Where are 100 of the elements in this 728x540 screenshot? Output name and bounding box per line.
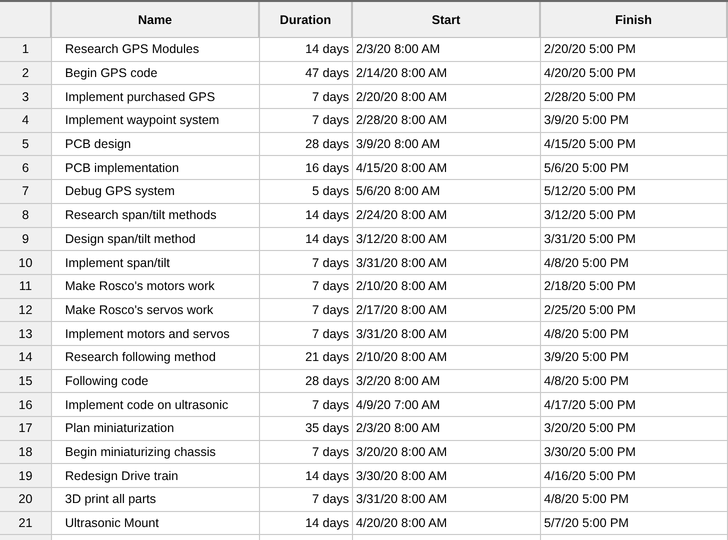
table-cell: 2/25/20 5:00 PM [541,298,728,322]
row-number: 2 [0,62,52,86]
table-cell: Implement motors and servos [52,322,260,346]
table-cell: 14 days [260,464,353,488]
table-cell: 3/31/20 8:00 AM [353,251,541,275]
table-cell: 3/20/20 5:00 PM [541,417,728,441]
column-header[interactable]: Start [353,2,541,38]
table-cell: Implement code on ultrasonic [52,393,260,417]
table-cell: 2/14/20 8:00 AM [353,62,541,86]
row-number: 1 [0,38,52,62]
table-cell: 2/20/20 5:00 PM [541,38,728,62]
table-cell: Implement span/tilt [52,251,260,275]
table-cell: Make Rosco's servos work [52,298,260,322]
table-cell: Make Rosco's motors work [52,274,260,299]
table-cell: Research GPS Modules [52,38,260,62]
table-cell: Begin GPS code [52,62,260,86]
table-cell: 4/15/20 8:00 AM [353,156,541,180]
header-corner [0,2,52,38]
table-cell: PCB implementation [52,156,260,180]
table-cell: 7 days [260,298,353,322]
table-cell: 3/31/20 8:00 AM [353,488,541,512]
table-cell: Implement purchased GPS [52,85,260,110]
table-cell: 5 days [260,180,353,204]
table-cell: 14 days [260,228,353,252]
table-cell: 3/31/20 5:00 PM [541,228,728,252]
table-cell: 2/28/20 8:00 AM [353,109,541,133]
row-number: 17 [0,417,52,441]
row-number: 10 [0,251,52,275]
table-cell: 5/7/20 5:00 PM [541,512,728,536]
row-number: 12 [0,298,52,322]
table-cell: 3/9/20 5:00 PM [541,109,728,133]
table-cell: 47 days [260,62,353,86]
table-cell: 4/8/20 5:00 PM [541,488,728,512]
table-cell: 3/9/20 5:00 PM [541,346,728,370]
table-cell: 2/3/20 8:00 AM [353,38,541,62]
table-cell: 3/30/20 5:00 PM [541,440,728,464]
table-cell: 7 days [260,109,353,133]
table-cell: 3/9/20 8:00 AM [353,132,541,156]
table-cell: 2/24/20 8:00 AM [353,204,541,228]
table-cell: 7 days [260,440,353,464]
table-cell: 7 days [260,274,353,299]
table-cell: Following code [52,370,260,394]
table-cell: Research span/tilt methods [52,204,260,228]
row-number: 3 [0,85,52,110]
table-cell: 2/10/20 8:00 AM [353,274,541,299]
table-cell: 28 days [260,370,353,394]
row-number: 7 [0,180,52,204]
table-cell: 16 days [260,156,353,180]
table-cell: 7 days [260,85,353,110]
table-cell: 2/20/20 8:00 AM [353,85,541,110]
row-number: 16 [0,393,52,417]
table-cell: 28 days [260,132,353,156]
table-cell: 21 days [260,346,353,370]
table-cell: Ultrasonic Mount [52,512,260,536]
table-cell: 7 days [260,322,353,346]
table-cell: 2/28/20 5:00 PM [541,85,728,110]
table-cell: 4/9/20 7:00 AM [353,393,541,417]
table-cell: 4/15/20 5:00 PM [541,132,728,156]
table-cell: Begin miniaturizing chassis [52,440,260,464]
row-number: 5 [0,132,52,156]
table-cell: Debug GPS system [52,180,260,204]
table-cell: 5/6/20 5:00 PM [541,156,728,180]
table-cell: 35 days [260,417,353,441]
row-number: 9 [0,228,52,252]
table-cell: 2/3/20 8:00 AM [353,417,541,441]
table-cell: 4/20/20 8:00 AM [353,512,541,536]
column-header[interactable]: Finish [541,2,728,38]
table-cell: Implement waypoint system [52,109,260,133]
table-cell: 3/30/20 8:00 AM [353,464,541,488]
table-cell: 3/12/20 8:00 AM [353,228,541,252]
table-cell: Redesign Drive train [52,464,260,488]
table-cell: 7 days [260,393,353,417]
table-cell: 3/12/20 5:00 PM [541,204,728,228]
table-cell: 2/17/20 8:00 AM [353,298,541,322]
row-number: 13 [0,322,52,346]
table-cell: 4/8/20 5:00 PM [541,322,728,346]
table-cell: 4/8/20 5:00 PM [541,251,728,275]
table-cell: 3/20/20 8:00 AM [353,440,541,464]
row-number: 18 [0,440,52,464]
row-number: 4 [0,109,52,133]
table-cell: 7 days [260,251,353,275]
table-cell: 14 days [260,38,353,62]
table-cell: 5/12/20 5:00 PM [541,180,728,204]
column-header[interactable]: Duration [260,2,353,38]
table-cell: 4/20/20 5:00 PM [541,62,728,86]
table-cell: 14 days [260,512,353,536]
table-cell: 4/8/20 5:00 PM [541,370,728,394]
table-cell: 2/10/20 8:00 AM [353,346,541,370]
row-number: 15 [0,370,52,394]
row-number: 8 [0,204,52,228]
table-cell: 14 days [260,204,353,228]
table-cell: 3/31/20 8:00 AM [353,322,541,346]
table-cell: 7 days [260,488,353,512]
table-cell: 3/2/20 8:00 AM [353,370,541,394]
column-header[interactable]: Name [52,2,260,38]
row-number: 19 [0,464,52,488]
table-cell: 5/6/20 8:00 AM [353,180,541,204]
table-cell: 4/16/20 5:00 PM [541,464,728,488]
table-cell: Design span/tilt method [52,228,260,252]
row-number: 14 [0,346,52,370]
